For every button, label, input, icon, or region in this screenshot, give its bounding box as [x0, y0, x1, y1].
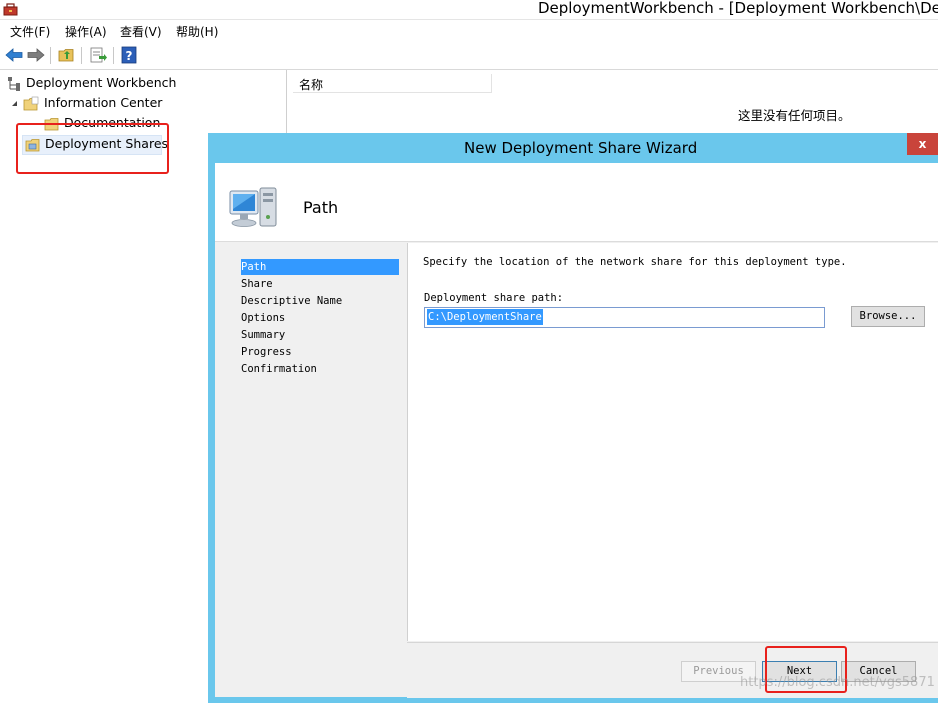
- tree-node-information-center[interactable]: Information Center: [11, 95, 211, 113]
- watermark-text: https://blog.csdn.net/vgs5871: [740, 675, 935, 690]
- export-list-icon[interactable]: [88, 46, 108, 64]
- svg-text:?: ?: [126, 49, 133, 63]
- help-icon[interactable]: ?: [119, 46, 139, 64]
- step-confirmation[interactable]: Confirmation: [241, 361, 399, 377]
- folder-info-icon: [23, 96, 39, 111]
- step-summary[interactable]: Summary: [241, 327, 399, 343]
- browse-button[interactable]: Browse...: [851, 306, 925, 327]
- tree-node-root[interactable]: Deployment Workbench: [6, 75, 206, 93]
- step-options[interactable]: Options: [241, 310, 399, 326]
- step-share[interactable]: Share: [241, 276, 399, 292]
- folder-up-icon[interactable]: [57, 46, 77, 64]
- column-header-name[interactable]: 名称: [293, 74, 492, 93]
- tree-label: Deployment Workbench: [26, 75, 177, 90]
- annotation-highlight-tree: [16, 123, 169, 174]
- toolbar-separator: [113, 47, 114, 64]
- empty-list-message: 这里没有任何项目。: [738, 108, 851, 123]
- window-title-bar: DeploymentWorkbench - [Deployment Workbe…: [0, 0, 938, 20]
- window-title: DeploymentWorkbench - [Deployment Workbe…: [538, 0, 938, 17]
- step-progress[interactable]: Progress: [241, 344, 399, 360]
- close-button[interactable]: x: [907, 133, 938, 155]
- toolbar-separator: [81, 47, 82, 64]
- menu-bar: 文件(F) 操作(A) 查看(V) 帮助(H): [0, 20, 938, 41]
- dialog-title: New Deployment Share Wizard: [464, 139, 698, 157]
- menu-file[interactable]: 文件(F): [10, 23, 50, 40]
- tree-label: Information Center: [44, 95, 163, 110]
- close-icon: x: [918, 137, 927, 151]
- workbench-tree-icon: [8, 77, 20, 91]
- computer-icon: [229, 187, 277, 227]
- wizard-page-title: Path: [303, 198, 339, 217]
- menu-view[interactable]: 查看(V): [120, 23, 162, 40]
- step-path[interactable]: Path: [241, 259, 399, 275]
- menu-help[interactable]: 帮助(H): [176, 23, 218, 40]
- instruction-text: Specify the location of the network shar…: [423, 256, 847, 268]
- column-header-label: 名称: [299, 78, 324, 92]
- expand-triangle-icon[interactable]: [11, 100, 18, 107]
- step-descriptive-name[interactable]: Descriptive Name: [241, 293, 399, 309]
- deployment-share-path-input[interactable]: C:\DeploymentShare: [424, 307, 825, 328]
- toolbar: ?: [0, 42, 938, 70]
- forward-arrow-icon[interactable]: [26, 46, 46, 64]
- path-label: Deployment share path:: [424, 292, 564, 304]
- menu-action[interactable]: 操作(A): [65, 23, 107, 40]
- toolbar-separator: [50, 47, 51, 64]
- back-arrow-icon[interactable]: [4, 46, 24, 64]
- path-input-value: C:\DeploymentShare: [427, 309, 543, 325]
- toolbox-app-icon: [3, 3, 18, 16]
